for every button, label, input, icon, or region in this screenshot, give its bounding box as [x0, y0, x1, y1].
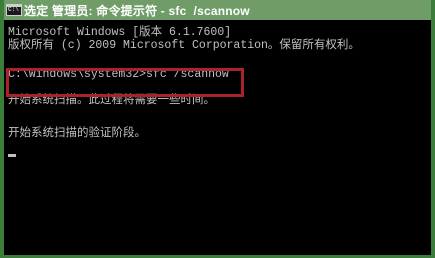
- console-line-version: Microsoft Windows [版本 6.1.7600]: [8, 26, 232, 39]
- text-cursor: [8, 154, 16, 157]
- command-prompt-window: 选定 管理员: 命令提示符 - sfc /scannow Microsoft W…: [0, 0, 435, 258]
- console-line-verification: 开始系统扫描的验证阶段。: [8, 127, 146, 140]
- window-title: 选定 管理员: 命令提示符 - sfc /scannow: [24, 3, 250, 18]
- command-highlight-box: [6, 68, 244, 97]
- console-output[interactable]: Microsoft Windows [版本 6.1.7600] 版权所有 (c)…: [4, 20, 431, 255]
- console-line-copyright: 版权所有 (c) 2009 Microsoft Corporation。保留所有…: [8, 39, 360, 52]
- cmd-icon: [6, 4, 22, 16]
- title-bar[interactable]: 选定 管理员: 命令提示符 - sfc /scannow: [4, 0, 431, 20]
